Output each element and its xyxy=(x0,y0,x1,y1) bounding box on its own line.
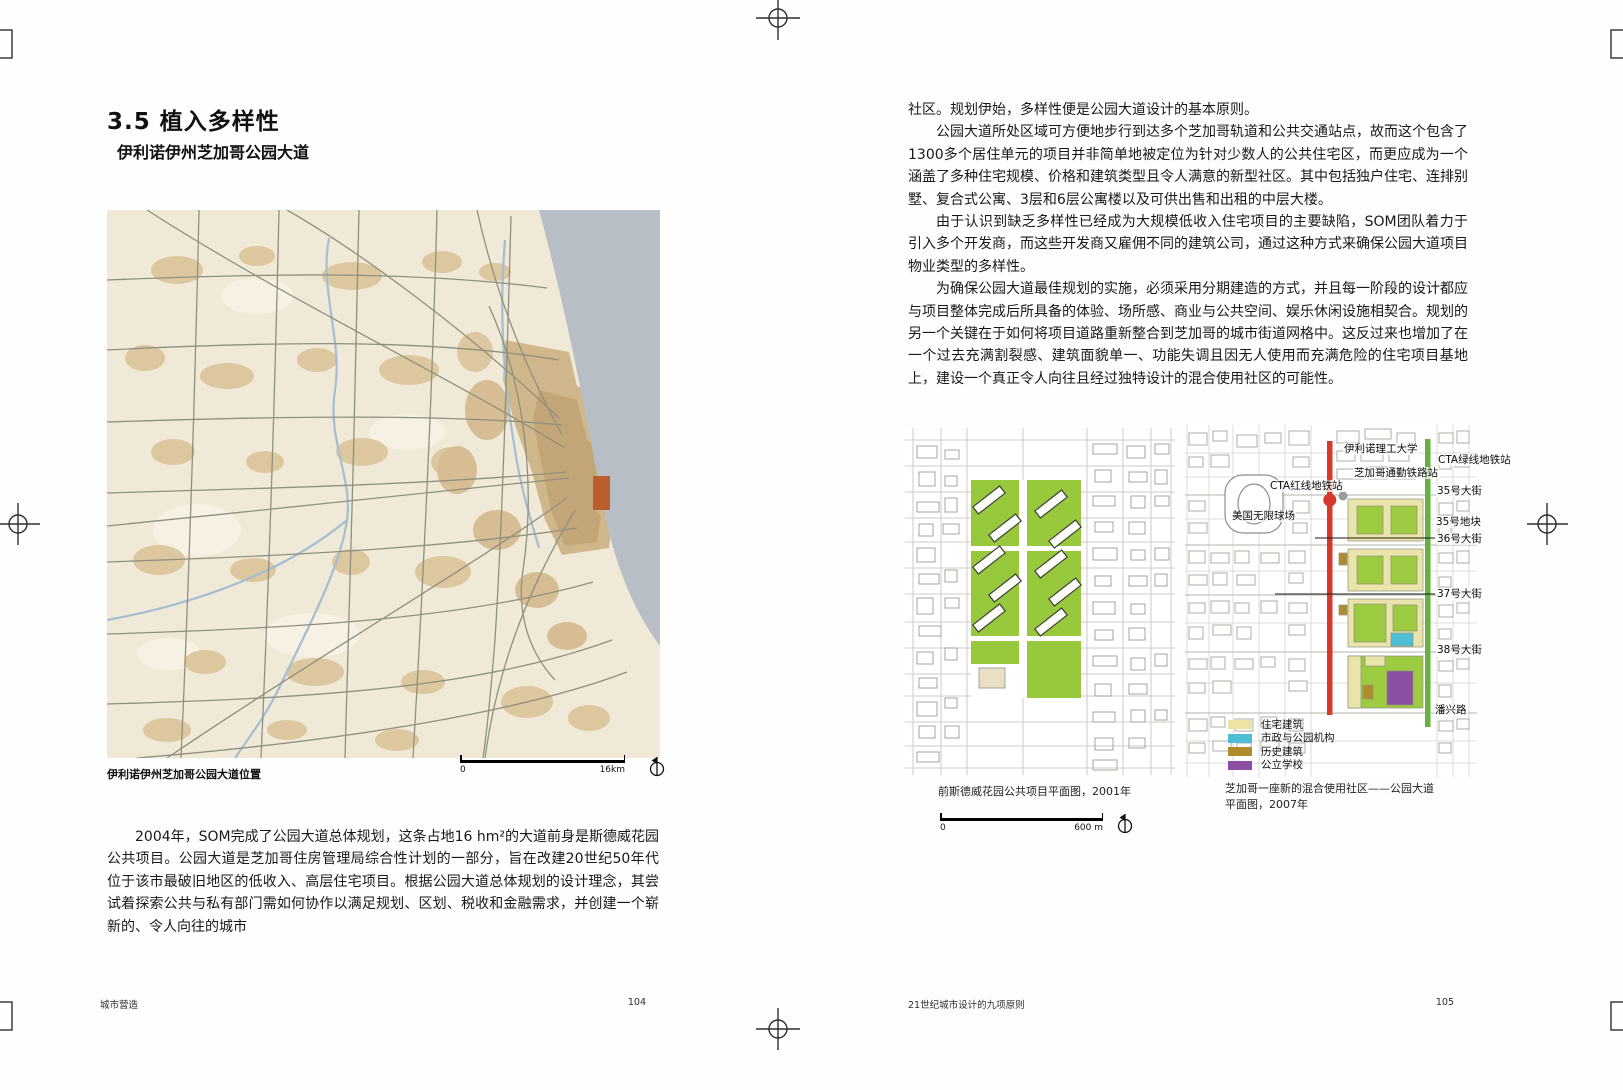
stateway-gardens-map-image xyxy=(905,428,1175,775)
section-title: 3.5 植入多样性 xyxy=(107,102,280,136)
regmark-right xyxy=(1527,503,1568,545)
body-paragraph: 由于认识到缺乏多样性已经成为大规模低收入住宅项目的主要缺陷，SOM团队着力于引入… xyxy=(908,211,1468,278)
north-arrow-icon xyxy=(648,755,666,779)
chicago-map-scale-bar: 0 16km xyxy=(460,760,625,775)
body-paragraph: 社区。规划伊始，多样性便是公园大道设计的基本原则。 xyxy=(908,99,1468,121)
legend-item-public-school: 公立学校 xyxy=(1228,761,1335,770)
page-number: 105 xyxy=(1436,997,1454,1011)
left-footer: 城市营造 104 xyxy=(100,997,646,1011)
scale-max-label: 16km xyxy=(600,765,625,775)
scale-zero-label: 0 xyxy=(460,765,466,775)
running-title: 城市营造 xyxy=(100,997,138,1011)
body-paragraph: 公园大道所处区域可方便地步行到达多个芝加哥轨道和公共交通站点，故而这个包含了13… xyxy=(908,121,1468,211)
metra-station-dot xyxy=(1339,492,1348,501)
right-footer: 21世纪城市设计的九项原则 105 xyxy=(908,997,1454,1011)
running-title: 21世纪城市设计的九项原则 xyxy=(908,997,1025,1011)
scale-bar-line xyxy=(460,760,625,763)
body-paragraph: 2004年，SOM完成了公园大道总体规划，这条占地16 hm²的大道前身是斯德威… xyxy=(107,826,659,938)
legend-color-chip xyxy=(1228,747,1252,756)
park-boulevard-blocks xyxy=(1339,499,1423,708)
regmark-bottom xyxy=(756,1008,800,1050)
park-map-caption: 芝加哥一座新的混合使用社区——公园大道平面图，2007年 xyxy=(1225,781,1437,813)
legend-label: 市政与公园机构 xyxy=(1261,733,1335,743)
park-boulevard-site-marker xyxy=(593,476,610,510)
label-stadium: 美国无限球场 xyxy=(1231,510,1296,522)
label-cta-red-station: CTA红线地铁站 xyxy=(1269,480,1344,492)
label-38th-street: 38号大街 xyxy=(1436,644,1483,656)
label-cta-green-station: CTA绿线地铁站 xyxy=(1437,454,1512,466)
legend-color-chip xyxy=(1228,720,1252,729)
section-subtitle: 伊利诺伊州芝加哥公园大道 xyxy=(117,139,309,163)
stateway-map-caption: 前斯德威花园公共项目平面图，2001年 xyxy=(938,784,1198,800)
stateway-map-scale-bar: 0 600 m xyxy=(940,818,1103,833)
legend-item-civic-park: 市政与公园机构 xyxy=(1228,734,1335,743)
scale-zero-label: 0 xyxy=(940,823,946,833)
legend-item-residential: 住宅建筑 xyxy=(1228,720,1335,729)
label-metra-station: 芝加哥通勤铁路站 xyxy=(1353,467,1439,479)
map-legend: 住宅建筑 市政与公园机构 历史建筑 公立学校 xyxy=(1228,720,1335,774)
regmark-top xyxy=(756,0,800,40)
left-body-text: 2004年，SOM完成了公园大道总体规划，这条占地16 hm²的大道前身是斯德威… xyxy=(107,826,659,938)
book-spread: 3.5 植入多样性 伊利诺伊州芝加哥公园大道 xyxy=(0,0,1623,1090)
legend-label: 公立学校 xyxy=(1261,760,1303,770)
scale-max-label: 600 m xyxy=(1074,823,1103,833)
north-arrow-icon xyxy=(1116,812,1134,836)
right-body-text: 社区。规划伊始，多样性便是公园大道设计的基本原则。 公园大道所处区域可方便地步行… xyxy=(908,99,1468,390)
legend-color-chip xyxy=(1228,734,1252,743)
chicago-region-map-image xyxy=(107,210,660,758)
chicago-map-caption: 伊利诺伊州芝加哥公园大道位置 xyxy=(107,766,261,782)
label-35th-street: 35号大街 xyxy=(1436,485,1483,497)
legend-label: 住宅建筑 xyxy=(1261,720,1303,730)
label-iit: 伊利诺理工大学 xyxy=(1343,443,1419,455)
body-paragraph: 为确保公园大道最佳规划的实施，必须采用分期建造的方式，并且每一阶段的设计都应与项… xyxy=(908,278,1468,390)
park-boulevard-map: 伊利诺理工大学 芝加哥通勤铁路站 CTA绿线地铁站 CTA红线地铁站 美国无限球… xyxy=(1185,425,1477,777)
legend-item-historic: 历史建筑 xyxy=(1228,747,1335,756)
stateway-gardens-map xyxy=(905,428,1175,775)
scale-bar-line xyxy=(940,818,1103,821)
legend-color-chip xyxy=(1228,761,1252,770)
legend-label: 历史建筑 xyxy=(1261,747,1303,757)
chicago-region-map xyxy=(107,210,660,758)
label-36th-street: 36号大街 xyxy=(1436,533,1483,545)
label-lot-35: 35号地块 xyxy=(1435,516,1482,528)
cta-green-line xyxy=(1425,439,1431,727)
regmark-left xyxy=(0,503,40,545)
cta-red-line-station-dot xyxy=(1323,494,1336,507)
label-37th-street: 37号大街 xyxy=(1436,588,1483,600)
label-pershing-road: 潘兴路 xyxy=(1434,704,1468,716)
page-number: 104 xyxy=(628,997,646,1011)
